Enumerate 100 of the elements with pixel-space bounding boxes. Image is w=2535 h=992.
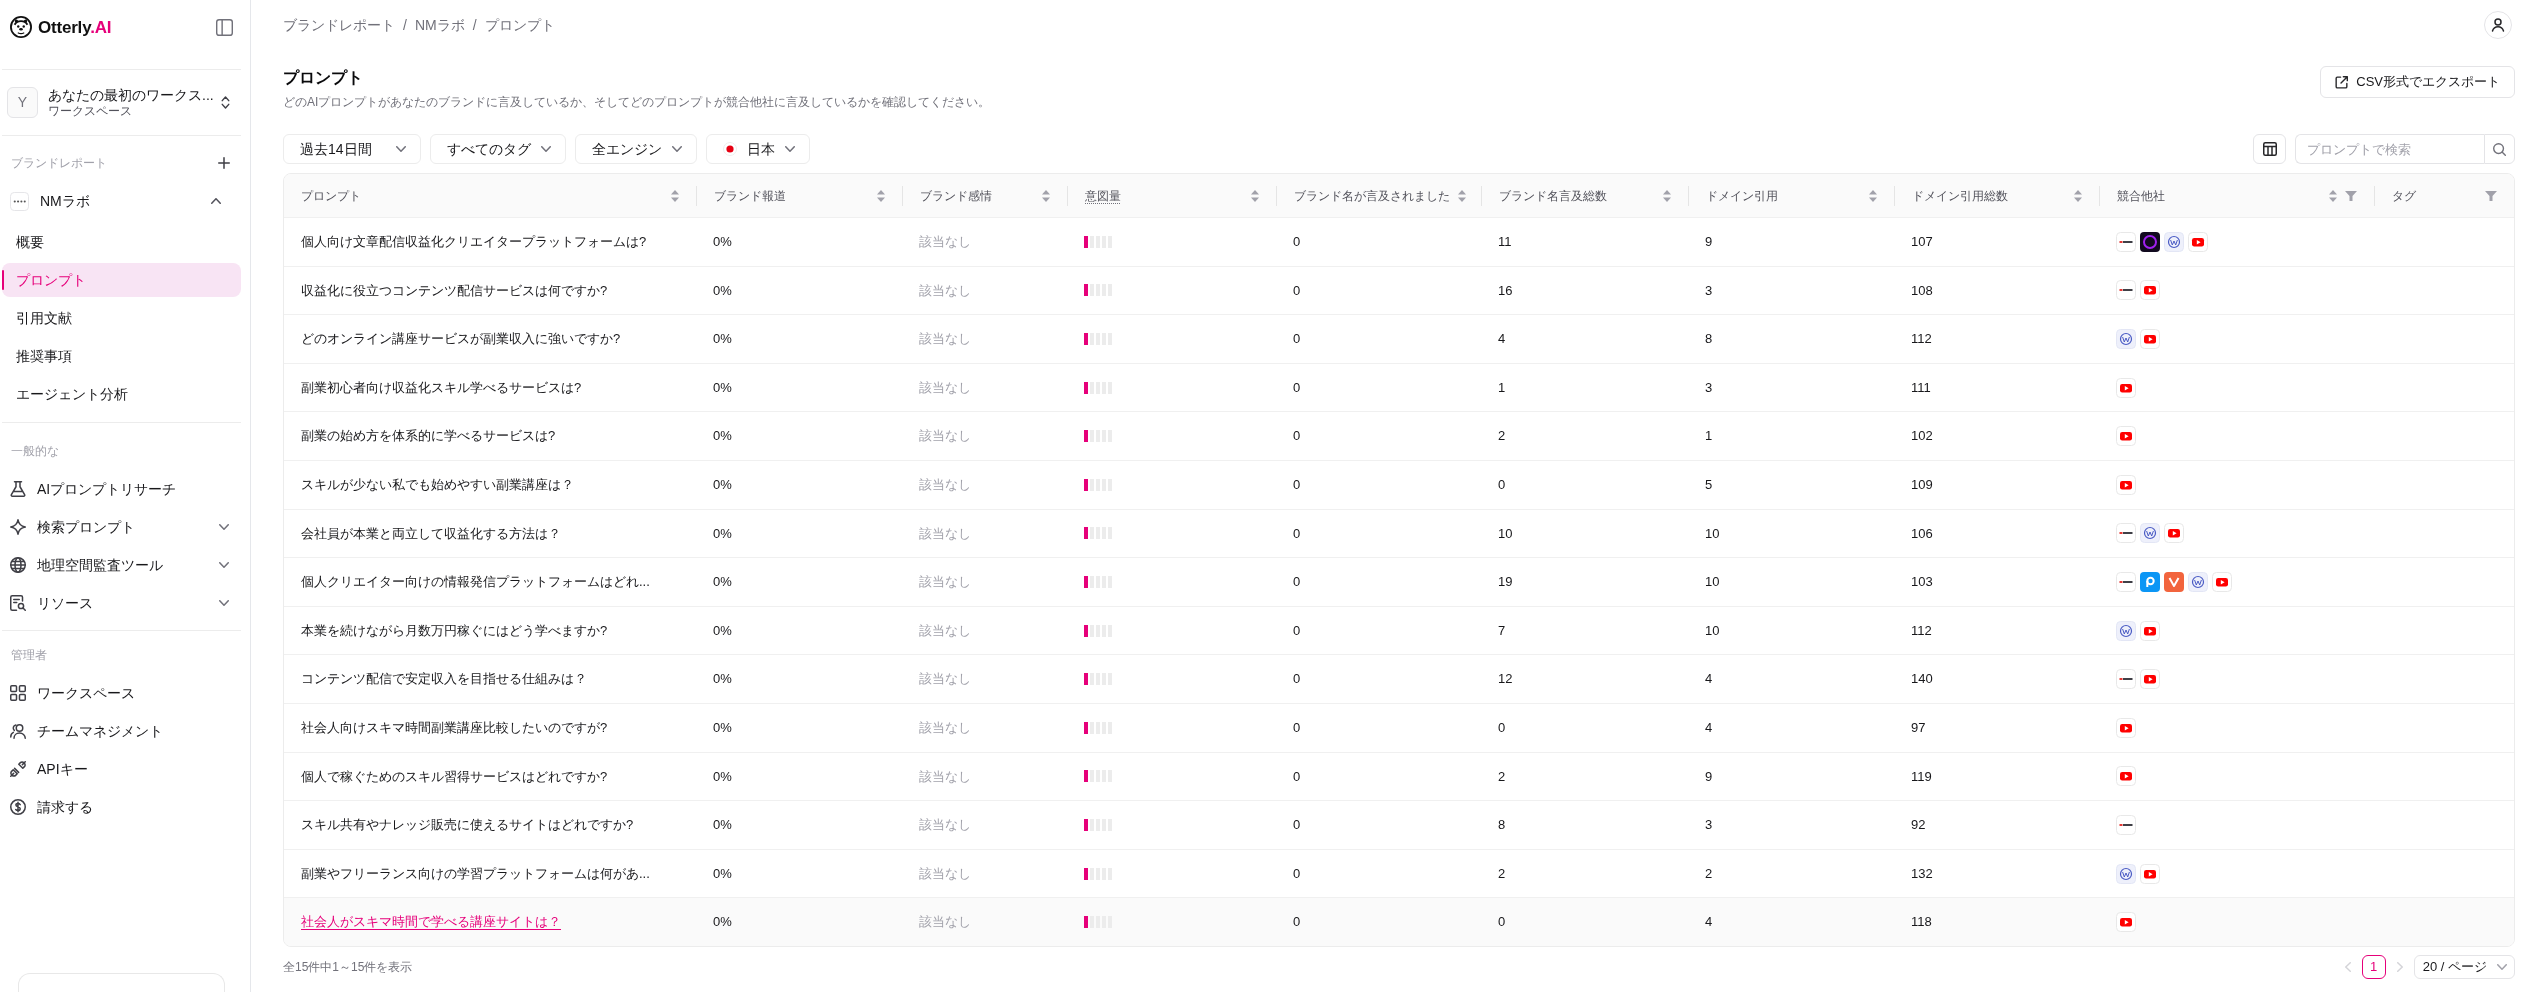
- prompt-link[interactable]: 個人クリエイター向けの情報発信プラットフォームはどれ...: [301, 572, 650, 592]
- breadcrumb-link[interactable]: ブランドレポート: [283, 14, 395, 36]
- column-header: タグ: [2392, 187, 2416, 205]
- prompt-link[interactable]: 社会人向けスキマ時間副業講座比較したいのですが?: [301, 718, 608, 738]
- prompt-link[interactable]: 副業やフリーランス向けの学習プラットフォームは何があ...: [301, 863, 650, 884]
- external-link-icon: [2335, 75, 2349, 89]
- user-icon[interactable]: [2484, 11, 2512, 39]
- chevron-down-icon[interactable]: [219, 524, 229, 530]
- breadcrumb-separator: /: [403, 15, 407, 35]
- table-cell-text: 11: [1498, 233, 1512, 252]
- prompt-link[interactable]: どのオンライン講座サービスが副業収入に強いですか?: [301, 329, 621, 349]
- nav-item[interactable]: 引用文献: [2, 301, 241, 335]
- nav-item[interactable]: エージェント分析: [2, 377, 241, 411]
- column-header: 意図量: [1085, 187, 1121, 205]
- brand-item[interactable]: NMラボ: [0, 182, 241, 220]
- play-icon: [2140, 329, 2160, 349]
- nav-item[interactable]: リソース: [2, 586, 241, 620]
- prompt-link[interactable]: 副業の始め方を体系的に学べるサービスは?: [301, 426, 556, 446]
- filter-icon[interactable]: [2485, 190, 2497, 201]
- chevron-down-icon[interactable]: [396, 146, 406, 152]
- section-label: 一般的な: [11, 443, 59, 460]
- sort-icon[interactable]: [877, 189, 885, 202]
- page-button[interactable]: 1: [2361, 954, 2386, 979]
- nav-item[interactable]: AIプロンプトリサーチ: [2, 472, 241, 506]
- nav-item[interactable]: 概要: [2, 225, 241, 259]
- chevron-down-icon[interactable]: [541, 146, 551, 152]
- filter-icon[interactable]: [2345, 190, 2357, 201]
- prompt-link[interactable]: コンテンツ配信で安定収入を目指せる仕組みは？: [301, 669, 587, 689]
- prompt-link[interactable]: 本業を続けながら月数万円稼ぐにはどう学べますか?: [301, 620, 608, 641]
- sort-icon[interactable]: [671, 189, 679, 202]
- nav-item[interactable]: 地理空間監査ツール: [2, 548, 241, 582]
- prompt-link[interactable]: 収益化に役立つコンテンツ配信サービスは何ですか?: [301, 280, 608, 301]
- table-cell-text: 19: [1498, 573, 1513, 592]
- table-cell-text: 0: [1293, 670, 1301, 689]
- prompt-link[interactable]: 個人で稼ぐためのスキル習得サービスはどれですか?: [301, 766, 608, 787]
- table-cell-text: 0: [1293, 233, 1301, 252]
- chevron-up-down-icon[interactable]: [221, 96, 230, 109]
- play-icon: [2116, 912, 2136, 933]
- sort-icon[interactable]: [1663, 189, 1671, 202]
- play-icon: [2116, 474, 2136, 495]
- page-size-select[interactable]: 20 / ページ: [2413, 954, 2515, 979]
- table-cell-text: 0%: [713, 864, 732, 883]
- columns-button[interactable]: [2253, 134, 2286, 164]
- wordmark-logo-icon: [2116, 231, 2136, 252]
- table-cell-text: 132: [1911, 864, 1933, 883]
- export-button[interactable]: CSV形式でエクスポート: [2320, 66, 2515, 98]
- nav-item[interactable]: APIキー: [2, 752, 241, 786]
- prompt-link[interactable]: 個人向け文章配信収益化クリエイタープラットフォームは?: [301, 232, 647, 252]
- breadcrumb-link[interactable]: NMラボ: [414, 14, 465, 36]
- table-cell-text: 2: [1498, 427, 1506, 446]
- nav-item[interactable]: 請求する: [2, 790, 241, 824]
- filter-dropdown[interactable]: 日本: [706, 134, 810, 164]
- table-cell-text: 0%: [713, 816, 732, 835]
- prompt-link[interactable]: 会社員が本業と両立して収益化する方法は？: [301, 523, 561, 544]
- table-cell-text: 0: [1293, 864, 1301, 883]
- sort-icon[interactable]: [1869, 189, 1877, 202]
- prompt-link[interactable]: スキルが少ない私でも始めやすい副業講座は？: [301, 475, 574, 495]
- sort-icon[interactable]: [2329, 189, 2337, 202]
- filter-dropdown[interactable]: 全エンジン: [575, 134, 697, 164]
- nav-item[interactable]: チームマネジメント: [2, 714, 241, 748]
- table-cell-text: 0%: [713, 767, 732, 786]
- sidebar-toggle-icon[interactable]: [216, 18, 233, 36]
- table-cell-text: 0: [1293, 330, 1301, 349]
- filter-dropdown[interactable]: すべてのタグ: [430, 134, 566, 164]
- table-icon: [2262, 142, 2277, 156]
- plus-icon[interactable]: [218, 157, 230, 169]
- circle-logo-icon: [2140, 523, 2160, 544]
- play-icon: [2116, 717, 2136, 738]
- nav-item[interactable]: プロンプト: [2, 263, 241, 297]
- table-cell-text: 該当なし: [919, 864, 971, 883]
- filter-dropdown[interactable]: 過去14日間: [283, 134, 421, 164]
- nav-item[interactable]: 推奨事項: [2, 339, 241, 373]
- sort-icon[interactable]: [1251, 189, 1259, 202]
- search-button[interactable]: [2484, 134, 2515, 164]
- prompt-link[interactable]: スキル共有やナレッジ販売に使えるサイトはどれですか?: [301, 815, 634, 835]
- table-cell-text: 0%: [713, 670, 732, 689]
- table-cell-text: 2: [1705, 864, 1713, 883]
- chevron-down-icon[interactable]: [219, 562, 229, 568]
- chevron-down-icon[interactable]: [785, 146, 795, 152]
- bubble-logo-icon: [2140, 571, 2160, 592]
- prompt-link[interactable]: 社会人がスキマ時間で学べる講座サイトは？: [301, 912, 561, 932]
- column-header: ブランド感情: [920, 187, 992, 205]
- chevron-down-icon[interactable]: [672, 146, 682, 152]
- table-cell-text: 112: [1911, 330, 1932, 349]
- column-header: プロンプト: [301, 187, 361, 205]
- table-cell-text: 該当なし: [919, 476, 971, 494]
- wordmark-logo-icon: [2116, 571, 2136, 592]
- prompt-link[interactable]: 副業初心者向け収益化スキル学べるサービスは?: [301, 377, 582, 398]
- sort-icon[interactable]: [1458, 189, 1466, 202]
- workspace-name[interactable]: あなたの最初のワークス...: [48, 86, 211, 104]
- table-cell-text: 4: [1498, 330, 1506, 349]
- chevron-down-icon[interactable]: [2497, 963, 2507, 970]
- sort-icon[interactable]: [2074, 189, 2082, 202]
- column-header: ドメイン引用: [1706, 187, 1778, 205]
- chevron-up-icon[interactable]: [211, 198, 221, 204]
- nav-item[interactable]: ワークスペース: [2, 676, 241, 710]
- nav-item[interactable]: 検索プロンプト: [2, 510, 241, 544]
- chevron-down-icon[interactable]: [219, 600, 229, 606]
- search-field[interactable]: プロンプトで検索: [2295, 134, 2484, 164]
- sort-icon[interactable]: [1042, 189, 1050, 202]
